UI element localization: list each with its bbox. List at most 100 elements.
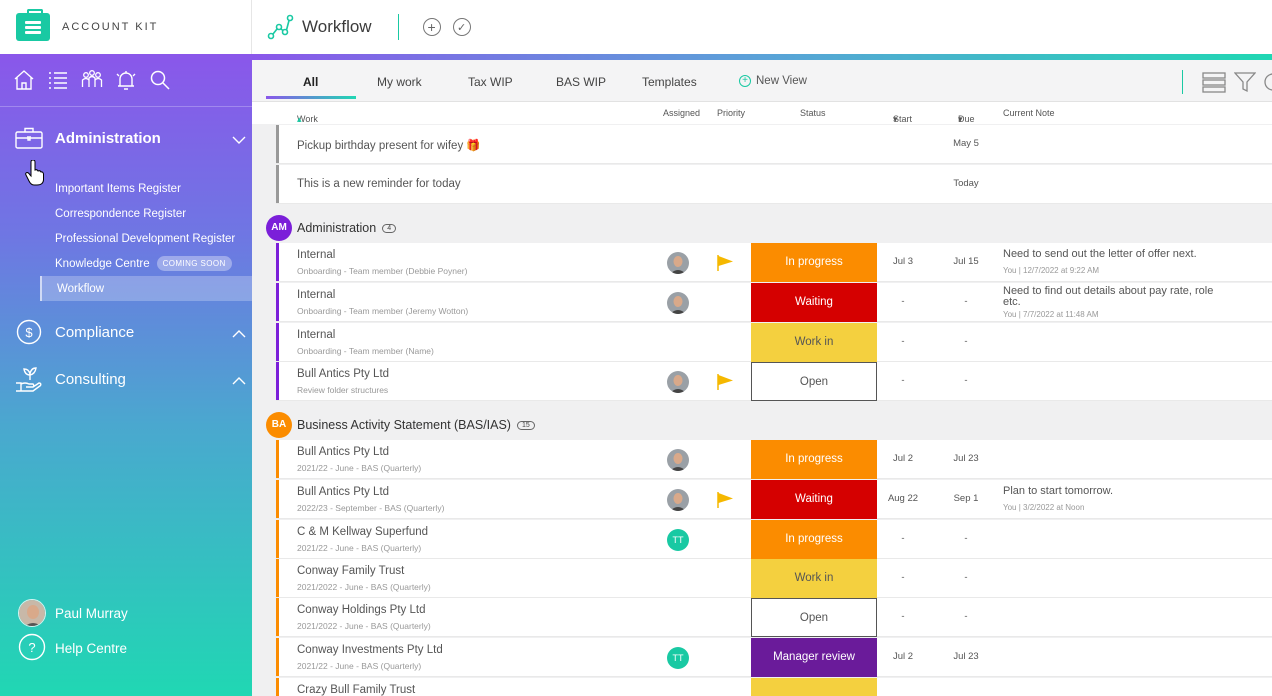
add-circle-icon[interactable]: + [422,18,441,36]
assignee-avatar[interactable] [667,371,689,393]
table-row[interactable]: Bull Antics Pty Ltd Review folder struct… [276,362,1272,401]
chevron-down-icon[interactable] [232,131,246,149]
status-badge[interactable]: In progress [751,440,877,479]
new-view-button[interactable]: + New View [739,75,807,87]
table-row[interactable]: Internal Onboarding - Team member (Name)… [276,323,1272,362]
group-header-administration[interactable]: AM Administration 4 [266,209,1272,247]
chevron-up-icon[interactable] [232,325,246,343]
status-badge[interactable]: Open [751,362,877,401]
status-badge[interactable]: Manager review [751,638,877,677]
priority-flag-icon[interactable] [716,373,734,396]
user-profile[interactable]: Paul Murray [18,599,128,627]
row-color-bar [276,598,279,636]
list-icon[interactable] [46,68,70,92]
sidebar-section-administration[interactable]: Administration [0,115,252,161]
status-badge[interactable]: In progress [751,520,877,559]
sidebar-section-consulting[interactable]: Consulting [0,356,252,402]
row-color-bar [276,559,279,597]
reminder-text: Pickup birthday present for wifey 🎁 [297,140,481,152]
status-badge[interactable]: Waiting [751,283,877,322]
group-name: Business Activity Statement (BAS/IAS) 15 [297,418,535,432]
svg-text:$: $ [25,325,33,340]
sidebar-item-workflow[interactable]: Workflow [40,276,252,301]
status-badge[interactable]: Open [751,598,877,637]
workflow-icon [266,13,294,41]
table-row[interactable]: Bull Antics Pty Ltd 2022/23 - September … [276,480,1272,519]
home-icon[interactable] [12,68,36,92]
client-name: C & M Kellway Superfund [297,526,429,538]
group-name: Administration 4 [297,221,397,235]
table-row[interactable]: Conway Investments Pty Ltd 2021/22 - Jun… [276,638,1272,677]
reminder-row[interactable]: This is a new reminder for today Today [276,165,1272,204]
status-badge[interactable]: Waiting [751,480,877,519]
table-row[interactable]: Internal Onboarding - Team member (Debbi… [276,243,1272,282]
work-description: 2021/22 - June - BAS (Quarterly) [297,463,422,473]
client-name: Conway Family Trust [297,565,405,577]
new-view-label: New View [756,75,807,87]
group-header-bas[interactable]: BA Business Activity Statement (BAS/IAS)… [266,406,1272,444]
chevron-up-icon[interactable] [232,372,246,390]
table-row[interactable]: Bull Antics Pty Ltd 2021/22 - June - BAS… [276,440,1272,479]
column-assigned-header[interactable]: Assigned [663,108,700,118]
assignee-avatar[interactable] [667,449,689,471]
status-badge[interactable] [751,678,877,696]
assignee-avatar[interactable] [667,252,689,274]
client-name: Internal [297,249,336,261]
start-date: Aug 22 [887,493,919,504]
workflow-table: Pickup birthday present for wifey 🎁 May … [252,124,1272,696]
assignee-avatar[interactable] [667,292,689,314]
help-centre-label: Help Centre [55,641,128,656]
priority-flag-icon[interactable] [716,491,734,514]
status-badge[interactable]: Work in [751,323,877,362]
tab-all[interactable]: All [303,75,318,89]
sidebar-item-correspondence-register[interactable]: Correspondence Register [0,201,252,226]
column-status-header[interactable]: Status [800,108,826,118]
sidebar-item-professional-development-register[interactable]: Professional Development Register [0,226,252,251]
tab-templates[interactable]: Templates [642,75,697,89]
row-color-bar [276,165,279,203]
status-badge[interactable]: In progress [751,243,877,282]
sidebar-item-knowledge-centre[interactable]: Knowledge Centre COMING SOON [0,251,252,276]
tab-my-work[interactable]: My work [377,75,422,89]
assignee-initials[interactable]: TT [667,529,689,551]
search-icon[interactable] [148,68,172,92]
status-badge[interactable]: Work in [751,559,877,598]
check-circle-icon[interactable]: ✓ [452,18,471,36]
table-row[interactable]: Conway Holdings Pty Ltd 2021/2022 - June… [276,598,1272,637]
view-tabs: All My work Tax WIP BAS WIP Templates + N… [252,60,1272,102]
briefcase-logo-icon[interactable] [16,9,50,41]
hand-cursor-icon [25,159,45,191]
table-row[interactable]: Crazy Bull Family Trust [276,678,1272,696]
group-count: 4 [382,224,397,234]
table-row[interactable]: Conway Family Trust 2021/2022 - June - B… [276,559,1272,598]
column-note-header[interactable]: Current Note [1003,108,1055,118]
reminder-row[interactable]: Pickup birthday present for wifey 🎁 May … [276,125,1272,164]
assignee-initials[interactable]: TT [667,647,689,669]
filter-icon[interactable] [1233,71,1257,98]
assignee-avatar[interactable] [667,489,689,511]
start-date: - [901,533,905,544]
table-row[interactable]: C & M Kellway Superfund 2021/22 - June -… [276,520,1272,559]
tab-bas-wip[interactable]: BAS WIP [556,75,606,89]
svg-text:?: ? [28,640,35,655]
search-circle-icon[interactable] [1262,71,1272,98]
alarm-bell-icon[interactable] [114,68,138,92]
row-density-icon[interactable] [1202,71,1226,98]
column-priority-header[interactable]: Priority [717,108,745,118]
table-row[interactable]: Internal Onboarding - Team member (Jerem… [276,283,1272,322]
sidebar-section-compliance[interactable]: $ Compliance [0,309,252,355]
group-count: 15 [516,421,535,431]
work-description: 2021/2022 - June - BAS (Quarterly) [297,582,431,592]
help-centre-link[interactable]: ? Help Centre [18,633,127,664]
due-date: - [964,611,968,622]
start-date: - [901,296,905,307]
tabs-divider [1182,70,1183,94]
people-icon[interactable] [80,68,104,92]
due-date: Jul 23 [953,453,979,464]
row-color-bar [276,638,279,676]
row-color-bar [276,243,279,281]
tab-tax-wip[interactable]: Tax WIP [468,75,513,89]
sidebar-item-label: Workflow [57,282,105,295]
row-color-bar [276,125,279,163]
priority-flag-icon[interactable] [716,254,734,277]
